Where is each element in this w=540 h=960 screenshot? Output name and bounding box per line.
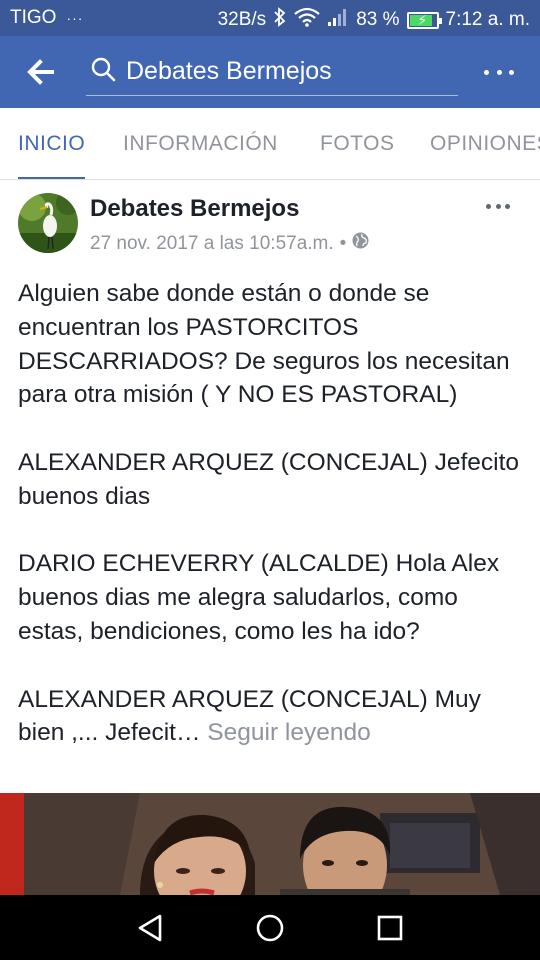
wifi-icon (294, 7, 320, 33)
post-author[interactable]: Debates Bermejos (90, 195, 299, 223)
avatar[interactable] (18, 193, 78, 253)
notification-dots: ··· (66, 10, 84, 26)
search-field[interactable]: Debates Bermejos (86, 48, 458, 96)
search-query[interactable]: Debates Bermejos (126, 57, 332, 86)
globe-icon (352, 232, 369, 255)
tab-opiniones[interactable]: OPINIONES (430, 108, 540, 179)
meta-separator: • (339, 232, 347, 254)
post-paragraph: DARIO ECHEVERRY (ALCALDE) Hola Alex buen… (18, 550, 500, 645)
battery-percent: 83 % (356, 9, 400, 30)
signal-icon (327, 7, 349, 33)
post-card: Debates Bermejos 27 nov. 2017 a las 10:5… (0, 181, 540, 793)
post-photo[interactable] (0, 793, 540, 895)
back-arrow-icon[interactable] (22, 54, 62, 90)
post-paragraph: ALEXANDER ARQUEZ (CONCEJAL) Jefecito bue… (18, 448, 520, 510)
see-more-link[interactable]: Seguir leyendo (207, 719, 370, 746)
battery-icon: ⚡ (406, 11, 442, 29)
carrier-label: TIGO (10, 7, 57, 28)
status-bar: TIGO ··· 32B/s 83 % ⚡ 7:12 a. m. (0, 0, 540, 36)
network-speed: 32B/s (217, 9, 267, 30)
post-body: Alguien sabe donde están o donde se encu… (18, 277, 528, 750)
bluetooth-icon (273, 7, 287, 33)
page-tabs: INICIO INFORMACIÓN FOTOS OPINIONES (0, 108, 540, 180)
system-nav-bar (0, 895, 540, 960)
post-meta: 27 nov. 2017 a las 10:57a.m. • (90, 232, 369, 255)
more-icon[interactable] (484, 58, 514, 86)
post-paragraph-truncated: ALEXANDER ARQUEZ (CONCEJAL) Muy bien ,..… (18, 683, 528, 751)
post-options-icon[interactable] (486, 204, 510, 212)
post-paragraph: Alguien sabe donde están o donde se encu… (18, 280, 510, 409)
clock: 7:12 a. m. (445, 9, 531, 30)
recents-square-icon[interactable] (373, 911, 407, 945)
post-date[interactable]: 27 nov. 2017 a las 10:57a.m. (90, 233, 334, 255)
back-triangle-icon[interactable] (134, 911, 168, 945)
tab-fotos[interactable]: FOTOS (320, 108, 394, 179)
search-icon (86, 56, 116, 87)
tab-inicio[interactable]: INICIO (18, 108, 86, 179)
tab-informacion[interactable]: INFORMACIÓN (123, 108, 278, 179)
home-circle-icon[interactable] (253, 911, 287, 945)
app-bar: Debates Bermejos (0, 36, 540, 108)
